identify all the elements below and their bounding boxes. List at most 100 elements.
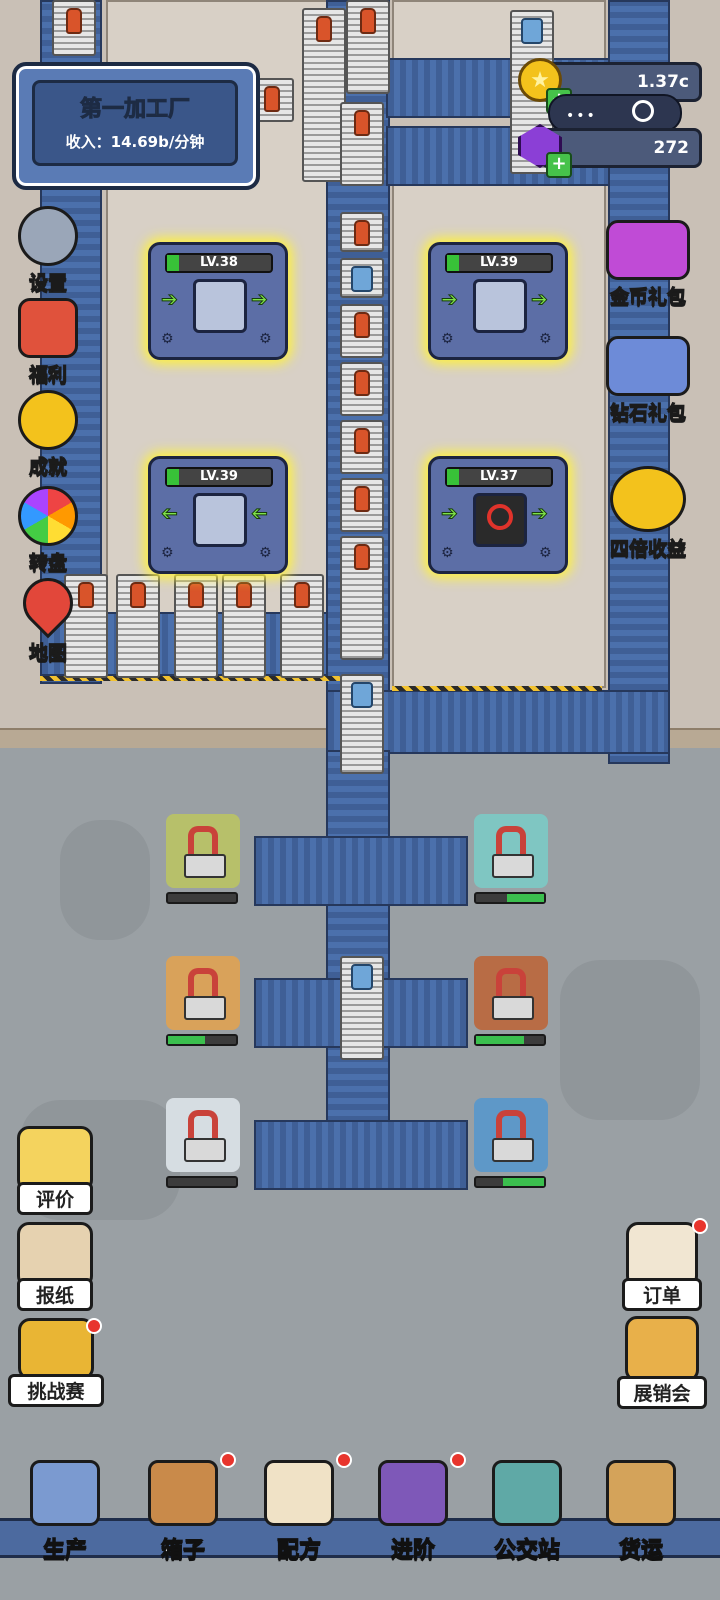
notification-dot [220, 1452, 236, 1468]
robot-station-2[interactable] [474, 814, 548, 904]
bottle-product-icon [473, 279, 527, 333]
coin-chest-icon [606, 220, 690, 280]
station-progress-bar [474, 892, 546, 904]
machine-level-bar: LV.39 [165, 467, 273, 487]
robot-station-3[interactable] [166, 956, 240, 1046]
factory-info-panel[interactable]: 第一加工厂 收入：14.69b/分钟 [12, 62, 260, 190]
station-progress-bar [166, 1034, 238, 1046]
nav-recipes[interactable]: 配方 [244, 1452, 354, 1570]
machine-3[interactable]: LV.39 ➔ ➔ ⚙ ⚙ [148, 456, 288, 574]
nav-boxes[interactable]: 箱子 [128, 1452, 238, 1570]
factory-name: 第一加工厂 [79, 97, 190, 123]
machine-2[interactable]: LV.39 ➔ ➔ ⚙ ⚙ [428, 242, 568, 360]
arrow-out-icon: ➔ [251, 501, 269, 526]
settings-button[interactable]: 设置 [8, 206, 88, 296]
coin-pack-button[interactable]: 金币礼包 [600, 220, 696, 310]
welfare-button[interactable]: 福利 [8, 298, 88, 388]
recipe-book-icon [264, 1460, 334, 1526]
map-pin-icon [12, 567, 84, 639]
map-button[interactable]: 地图 [8, 567, 88, 668]
bottle-icon [294, 582, 310, 608]
bottle-icon [354, 110, 370, 136]
nav-bus-stop[interactable]: 公交站 [472, 1460, 582, 1570]
bottle-icon [354, 428, 370, 454]
nav-production[interactable]: 生产 [10, 1460, 120, 1570]
newspaper-button[interactable]: 报纸 [10, 1222, 100, 1312]
gem-chest-icon [606, 336, 690, 396]
bottle-icon [188, 582, 204, 608]
item-stack [346, 0, 390, 94]
machine-4[interactable]: LV.37 ➔ ➔ ⚙ ⚙ [428, 456, 568, 574]
robot-arm-icon [178, 822, 228, 878]
item-stack [340, 212, 384, 252]
factory-room-top [392, 0, 606, 60]
notification-dot [336, 1452, 352, 1468]
item-stack [340, 536, 384, 660]
arrow-out-icon: ➔ [531, 287, 549, 312]
orders-button[interactable]: 订单 [616, 1218, 708, 1312]
gem-pack-button[interactable]: 钻石礼包 [600, 336, 696, 426]
notification-dot [450, 1452, 466, 1468]
nav-advance[interactable]: 进阶 [358, 1452, 468, 1570]
add-gems-button[interactable]: + [546, 152, 572, 178]
bottle-product-icon [193, 279, 247, 333]
star-badge-icon [18, 390, 78, 450]
bottle-icon [264, 86, 280, 112]
robot-arm-icon [30, 1460, 100, 1526]
arrow-in-icon: ➔ [441, 501, 459, 526]
gear-icon: ⚙ [441, 545, 454, 561]
challenge-button[interactable]: 挑战赛 [4, 1318, 108, 1408]
robot-station-1[interactable] [166, 814, 240, 904]
expo-button[interactable]: 展销会 [614, 1316, 710, 1409]
more-menu-icon[interactable]: ••• [566, 108, 597, 124]
jar-icon [351, 964, 373, 990]
cargo-icon [606, 1460, 676, 1526]
item-stack [340, 674, 384, 774]
item-stack [52, 0, 96, 56]
machine-1[interactable]: LV.38 ➔ ➔ ⚙ ⚙ [148, 242, 288, 360]
item-stack [340, 304, 384, 358]
arrow-in-icon: ➔ [441, 287, 459, 312]
robot-arm-icon [178, 964, 228, 1020]
wheel-button[interactable]: 转盘 [8, 486, 88, 576]
jar-icon [351, 266, 373, 292]
item-stack [116, 574, 160, 678]
bottle-icon [316, 16, 332, 42]
item-stack [340, 258, 384, 298]
notification-dot [86, 1318, 102, 1334]
mini-program-capsule[interactable]: ••• [548, 94, 682, 132]
coin-stack-icon [610, 466, 686, 532]
hazard-stripe [392, 686, 602, 691]
bottle-icon [354, 370, 370, 396]
bottle-icon [360, 8, 376, 34]
gear-icon: ⚙ [441, 331, 454, 347]
trophy-icon [18, 1318, 94, 1380]
close-capsule-icon[interactable] [632, 100, 654, 122]
bottle-icon [354, 544, 370, 570]
quad-income-button[interactable]: 四倍收益 [600, 466, 696, 561]
crate-icon [148, 1460, 218, 1526]
upgrade-icon [378, 1460, 448, 1526]
power-off-icon [473, 493, 527, 547]
robot-station-4[interactable] [474, 956, 548, 1046]
item-stack [340, 478, 384, 532]
conveyor-belt [254, 836, 468, 906]
bottle-product-icon [193, 493, 247, 547]
conveyor-belt [254, 1120, 468, 1190]
bottle-icon [354, 486, 370, 512]
item-stack [340, 362, 384, 416]
robot-station-6[interactable] [474, 1098, 548, 1188]
bottle-icon [354, 220, 370, 246]
review-button[interactable]: 评价 [10, 1126, 100, 1216]
arrow-out-icon: ➔ [251, 287, 269, 312]
wheel-icon [18, 486, 78, 546]
billboard-icon [625, 1316, 699, 1382]
arrow-in-icon: ➔ [161, 501, 179, 526]
achievements-button[interactable]: 成就 [8, 390, 88, 480]
ground-puddle [60, 820, 150, 940]
nav-shipping[interactable]: 货运 [586, 1460, 696, 1570]
gear-icon: ⚙ [539, 331, 552, 347]
robot-station-5[interactable] [166, 1098, 240, 1188]
item-stack [340, 956, 384, 1060]
gift-icon [18, 298, 78, 358]
